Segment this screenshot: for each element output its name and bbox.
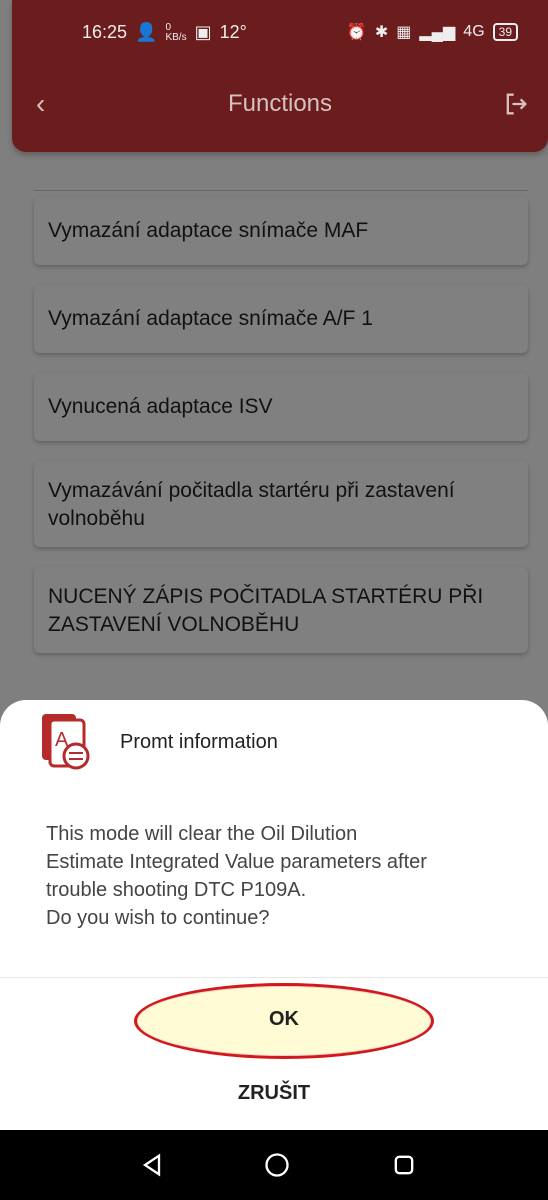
logout-button[interactable] bbox=[502, 90, 530, 118]
alarm-icon: ⏰ bbox=[346, 24, 367, 41]
list-item[interactable]: Vymazávání počitadla startéru při zastav… bbox=[34, 461, 528, 547]
sim-icon: ▣ bbox=[194, 22, 212, 42]
status-bar: 16:25 👤 0 KB/s ▣ 12° ⏰ ✱ ▦ ▂▄▆ 4G 39 bbox=[12, 16, 548, 52]
bluetooth-icon: ✱ bbox=[374, 24, 389, 41]
nav-home-button[interactable] bbox=[261, 1149, 293, 1181]
prompt-app-icon: A bbox=[42, 714, 90, 770]
circle-home-icon bbox=[265, 1153, 289, 1177]
cancel-button[interactable]: ZRUŠIT bbox=[0, 1082, 548, 1105]
nav-recents-button[interactable] bbox=[388, 1149, 420, 1181]
ok-button-wrapper: OK bbox=[134, 983, 434, 1073]
dialog-divider bbox=[0, 977, 548, 978]
nav-back-button[interactable] bbox=[136, 1149, 168, 1181]
page-title: Functions bbox=[227, 90, 333, 117]
functions-list: Vymazání adaptace snímače MAF Vymazání a… bbox=[34, 190, 528, 673]
app-header: 16:25 👤 0 KB/s ▣ 12° ⏰ ✱ ▦ ▂▄▆ 4G 39 ‹ F… bbox=[12, 0, 548, 152]
temperature: 12° bbox=[219, 22, 247, 42]
list-item[interactable]: Vymazání adaptace snímače MAF bbox=[34, 197, 528, 265]
list-item[interactable]: Vymazání adaptace snímače A/F 1 bbox=[34, 285, 528, 353]
square-recents-icon bbox=[394, 1155, 414, 1175]
triangle-back-icon bbox=[142, 1153, 161, 1177]
list-item[interactable]: NUCENÝ ZÁPIS POČITADLA STARTÉRU PŘI ZAST… bbox=[34, 567, 528, 653]
user-icon: 👤 bbox=[135, 22, 158, 42]
ok-button[interactable]: OK bbox=[134, 983, 434, 1059]
signal-4g-icon: 4G bbox=[463, 23, 485, 40]
list-item[interactable]: Vynucená adaptace ISV bbox=[34, 373, 528, 441]
dialog-title: Promt information bbox=[120, 730, 278, 753]
signal-icon: ▂▄▆ bbox=[419, 24, 456, 41]
status-time: 16:25 bbox=[82, 22, 128, 42]
battery-icon: 39 bbox=[492, 23, 518, 41]
logout-icon bbox=[506, 93, 527, 115]
network-speed: 0 KB/s bbox=[165, 21, 187, 43]
volte-icon: ▦ bbox=[396, 24, 412, 41]
system-nav-bar bbox=[0, 1130, 548, 1200]
dialog-message: This mode will clear the Oil Dilution Es… bbox=[46, 823, 427, 929]
ok-label: OK bbox=[269, 1008, 299, 1030]
